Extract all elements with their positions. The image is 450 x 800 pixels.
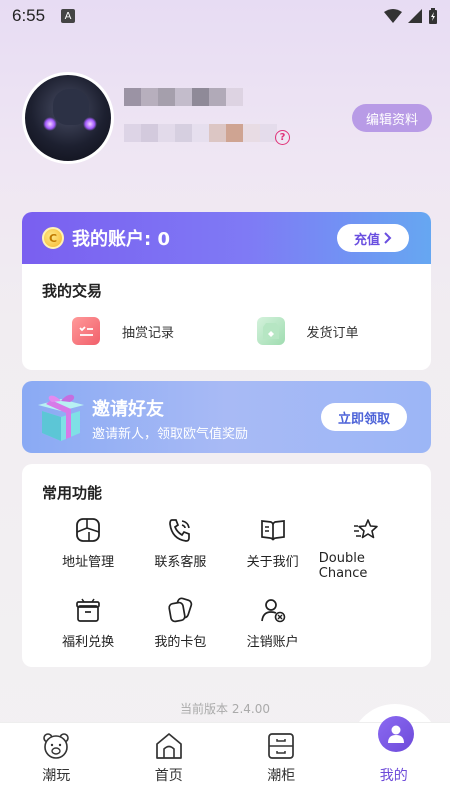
shipping-orders-item[interactable]: 发货订单 [227, 317, 412, 345]
keyboard-indicator-icon: A [61, 9, 76, 23]
welfare-label: 福利兑换 [62, 635, 115, 650]
account-header: C 我的账户: 0 充值 [22, 212, 431, 264]
draw-records-item[interactable]: 抽赏记录 [42, 317, 227, 345]
account-card: C 我的账户: 0 充值 我的交易 抽赏记录 发货订单 [22, 212, 431, 370]
about-us[interactable]: 关于我们 [227, 517, 319, 581]
avatar[interactable] [22, 72, 114, 164]
card-wallet-label: 我的卡包 [154, 635, 207, 650]
avatar-eye-left [43, 117, 57, 131]
trade-section: 我的交易 抽赏记录 发货订单 [22, 264, 431, 345]
cards-icon [168, 597, 193, 623]
double-chance[interactable]: Double Chance [319, 517, 411, 581]
invite-banner[interactable]: 邀请好友 邀请新人，领取欧气值奖励 立即领取 [22, 381, 431, 453]
user-remove-icon [260, 599, 285, 623]
user-id-pixelated [124, 124, 277, 142]
bear-icon [43, 733, 70, 759]
tab-mine-label: 我的 [379, 768, 408, 784]
about-label: 关于我们 [246, 555, 299, 570]
draw-records-label: 抽赏记录 [122, 325, 175, 341]
shipping-orders-label: 发货订单 [306, 325, 359, 341]
tab-cabinet-label: 潮柜 [267, 768, 296, 784]
profile-header: ? 编辑资料 [22, 72, 432, 164]
battery-icon [429, 8, 437, 24]
tab-trendy-toys[interactable]: 潮玩 [0, 723, 113, 800]
record-list-icon [72, 317, 100, 345]
double-chance-label: Double Chance [318, 551, 368, 581]
coin-icon: C [42, 227, 64, 249]
edit-profile-button[interactable]: 编辑资料 [352, 104, 432, 132]
tab-home-label: 首页 [154, 768, 183, 784]
username-pixelated [124, 88, 243, 106]
profile-icon[interactable] [378, 716, 414, 752]
home-icon [155, 733, 182, 759]
signal-icon [408, 9, 422, 23]
address-icon [76, 518, 101, 542]
welfare-redeem[interactable]: 福利兑换 [42, 597, 134, 650]
phone-icon [169, 519, 191, 542]
invite-subtitle: 邀请新人，领取欧气值奖励 [92, 427, 249, 442]
account-balance: 我的账户: 0 [72, 229, 170, 250]
my-card-wallet[interactable]: 我的卡包 [134, 597, 226, 650]
star-icon [353, 519, 378, 539]
address-label: 地址管理 [62, 555, 115, 570]
contact-support[interactable]: 联系客服 [134, 517, 226, 581]
help-icon[interactable]: ? [275, 130, 290, 145]
recharge-button[interactable]: 充值 [337, 224, 409, 252]
common-functions-card: 常用功能 地址管理 联系客服 关于我们 Double Chance 福利兑换 我… [22, 464, 431, 667]
cabinet-icon [268, 733, 295, 759]
gift-icon [38, 394, 84, 441]
delete-account-label: 注销账户 [246, 635, 299, 650]
book-icon [260, 520, 285, 541]
wifi-icon [384, 9, 402, 23]
status-time: 6:55 [12, 6, 46, 25]
gift-box-icon [76, 598, 100, 622]
recharge-label: 充值 [353, 232, 380, 248]
chevron-right-icon [384, 232, 392, 244]
tab-cabinet[interactable]: 潮柜 [225, 723, 338, 800]
tab-home[interactable]: 首页 [113, 723, 226, 800]
status-bar: 6:55 A [0, 0, 450, 32]
delete-account[interactable]: 注销账户 [227, 597, 319, 650]
functions-title: 常用功能 [42, 484, 103, 502]
package-icon [256, 317, 285, 345]
avatar-eye-right [83, 117, 97, 131]
address-management[interactable]: 地址管理 [42, 517, 134, 581]
invite-title: 邀请好友 [92, 399, 164, 420]
support-label: 联系客服 [154, 555, 207, 570]
tab-trendy-toys-label: 潮玩 [42, 768, 71, 784]
status-icons [384, 8, 438, 24]
claim-now-button[interactable]: 立即领取 [321, 403, 407, 431]
trade-title: 我的交易 [42, 282, 103, 300]
